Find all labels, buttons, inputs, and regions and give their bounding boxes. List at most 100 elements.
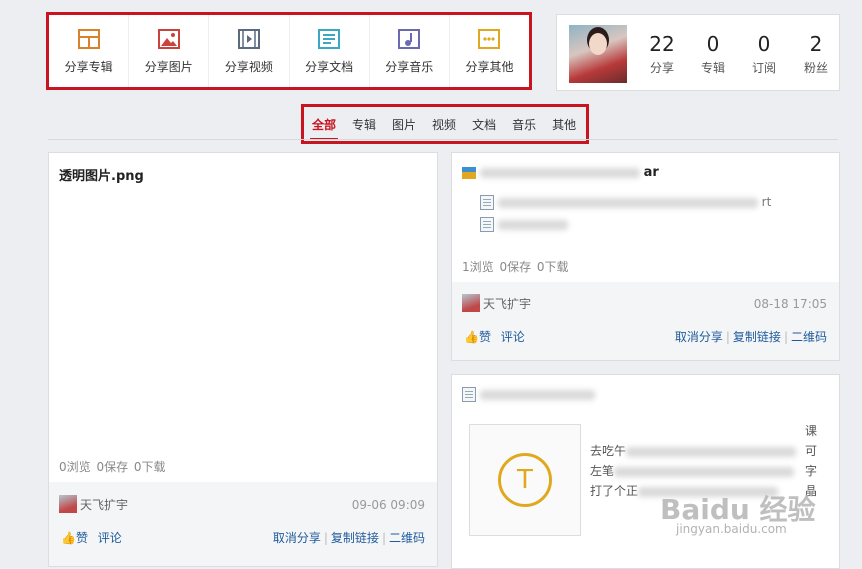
blurred-filename — [497, 219, 568, 230]
video-icon — [237, 28, 260, 49]
card-footer: 天飞扩宇 09-06 09:09 👍赞 评论 取消分享 | 复制链接 | 二维码 — [49, 482, 437, 566]
file-icon — [480, 195, 494, 210]
excerpt-fragment: 字 — [804, 464, 817, 478]
stat-shares[interactable]: 22 分享 — [640, 33, 684, 76]
excerpt-fragment: 打了个正 — [590, 484, 639, 498]
stat-fans[interactable]: 2 粉丝 — [794, 33, 838, 76]
like-label: 赞 — [75, 531, 88, 545]
file-row[interactable] — [480, 217, 568, 232]
excerpt-fragment: 课 — [804, 424, 817, 438]
card-footer: 天飞扩宇 08-18 17:05 👍赞 评论 取消分享 | 复制链接 | 二维码 — [452, 282, 839, 360]
like-button[interactable]: 👍赞 — [61, 531, 88, 545]
excerpt-fragment: 去吃午 — [590, 444, 627, 458]
share-document-label: 分享文档 — [305, 59, 354, 74]
qrcode-button[interactable]: 二维码 — [791, 330, 827, 344]
stat-label: 订阅 — [751, 61, 776, 75]
archive-icon — [462, 166, 476, 179]
card-stats: 0浏览 0保存 0下载 — [59, 460, 166, 474]
blurred-title — [479, 167, 640, 178]
file-row[interactable]: rt — [480, 195, 771, 210]
share-music-label: 分享音乐 — [385, 59, 434, 74]
share-toolbar: 分享专辑 分享图片 分享视频 分享文档 分享音乐 分享其他 — [46, 12, 532, 90]
stat-label: 粉丝 — [803, 61, 828, 75]
more-icon — [478, 28, 501, 49]
file-icon — [480, 217, 494, 232]
share-other-label: 分享其他 — [465, 59, 514, 74]
stat-value: 22 — [649, 32, 675, 56]
share-document-button[interactable]: 分享文档 — [290, 15, 370, 87]
stat-value: 0 — [706, 32, 720, 56]
tab-images[interactable]: 图片 — [392, 116, 416, 133]
author-row: 天飞扩宇 — [59, 495, 128, 513]
copy-link-button[interactable]: 复制链接 — [733, 330, 781, 344]
card-title[interactable]: 透明图片.png — [59, 165, 144, 184]
blurred-title — [479, 389, 595, 400]
file-row-tail: rt — [761, 195, 772, 209]
excerpt-fragment: 左笔 — [590, 464, 615, 478]
author-name[interactable]: 天飞扩宇 — [80, 498, 128, 512]
tab-videos[interactable]: 视频 — [432, 116, 456, 133]
stat-label: 专辑 — [700, 61, 725, 75]
share-album-label: 分享专辑 — [64, 59, 113, 74]
card-title-row[interactable]: ar — [462, 165, 659, 180]
author-row: 天飞扩宇 — [462, 294, 531, 312]
stat-value: 0 — [757, 32, 771, 56]
card-title-row[interactable] — [462, 387, 595, 402]
card-actions: 取消分享 | 复制链接 | 二维码 — [675, 328, 827, 345]
card-actions: 取消分享 | 复制链接 | 二维码 — [273, 529, 425, 546]
divider — [48, 139, 838, 140]
cancel-share-button[interactable]: 取消分享 — [675, 330, 723, 344]
tab-albums[interactable]: 专辑 — [352, 116, 376, 133]
like-button[interactable]: 👍赞 — [464, 330, 491, 344]
profile-card: 22 分享 0 专辑 0 订阅 2 粉丝 — [556, 14, 840, 91]
stat-albums[interactable]: 0 专辑 — [691, 33, 735, 76]
document-preview[interactable]: T — [469, 424, 581, 536]
thumbs-up-icon: 👍 — [61, 531, 76, 545]
share-video-button[interactable]: 分享视频 — [209, 15, 290, 87]
share-image-button[interactable]: 分享图片 — [129, 15, 210, 87]
tab-other[interactable]: 其他 — [552, 116, 576, 133]
separator: | — [725, 330, 730, 344]
share-image-label: 分享图片 — [144, 59, 193, 74]
excerpt-fragment: 可 — [804, 444, 817, 458]
music-icon — [398, 28, 421, 49]
card-date: 09-06 09:09 — [351, 498, 425, 512]
comment-button[interactable]: 评论 — [501, 330, 525, 344]
thumbs-up-icon: 👍 — [464, 330, 479, 344]
cancel-share-button[interactable]: 取消分享 — [273, 531, 321, 545]
like-comment-row: 👍赞 评论 — [464, 328, 525, 345]
separator: | — [323, 531, 328, 545]
document-icon — [462, 387, 476, 402]
card-stats: 1浏览 0保存 0下载 — [462, 260, 569, 274]
tab-all[interactable]: 全部 — [309, 116, 339, 140]
text-file-icon: T — [498, 453, 552, 507]
qrcode-button[interactable]: 二维码 — [389, 531, 425, 545]
blurred-text — [614, 466, 795, 477]
image-icon — [157, 28, 180, 49]
share-music-button[interactable]: 分享音乐 — [370, 15, 450, 87]
author-name[interactable]: 天飞扩宇 — [483, 297, 531, 311]
blurred-text — [626, 446, 797, 457]
author-avatar[interactable] — [59, 495, 77, 513]
stat-subscriptions[interactable]: 0 订阅 — [742, 33, 786, 76]
tab-documents[interactable]: 文档 — [472, 116, 496, 133]
album-icon — [77, 28, 100, 49]
share-card-archive[interactable]: ar rt 1浏览 0保存 0下载 天飞扩宇 08-18 17:05 👍赞 评论… — [451, 152, 840, 361]
avatar[interactable] — [569, 25, 627, 83]
stat-value: 2 — [809, 32, 823, 56]
separator: | — [381, 531, 386, 545]
filter-tabs: 全部 专辑 图片 视频 文档 音乐 其他 — [301, 104, 589, 144]
copy-link-button[interactable]: 复制链接 — [331, 531, 379, 545]
share-other-button[interactable]: 分享其他 — [450, 15, 529, 87]
like-comment-row: 👍赞 评论 — [61, 529, 122, 546]
comment-button[interactable]: 评论 — [98, 531, 122, 545]
share-album-button[interactable]: 分享专辑 — [49, 15, 130, 87]
document-icon — [318, 28, 341, 49]
like-label: 赞 — [478, 330, 491, 344]
author-avatar[interactable] — [462, 294, 480, 312]
separator: | — [783, 330, 788, 344]
share-card-document[interactable]: T 去吃午 左笔 打了个正 课 可 字 晶 — [451, 374, 840, 569]
tab-music[interactable]: 音乐 — [512, 116, 536, 133]
share-card-image[interactable]: 透明图片.png 0浏览 0保存 0下载 天飞扩宇 09-06 09:09 👍赞… — [48, 152, 438, 567]
watermark-url: jingyan.baidu.com — [676, 522, 787, 536]
